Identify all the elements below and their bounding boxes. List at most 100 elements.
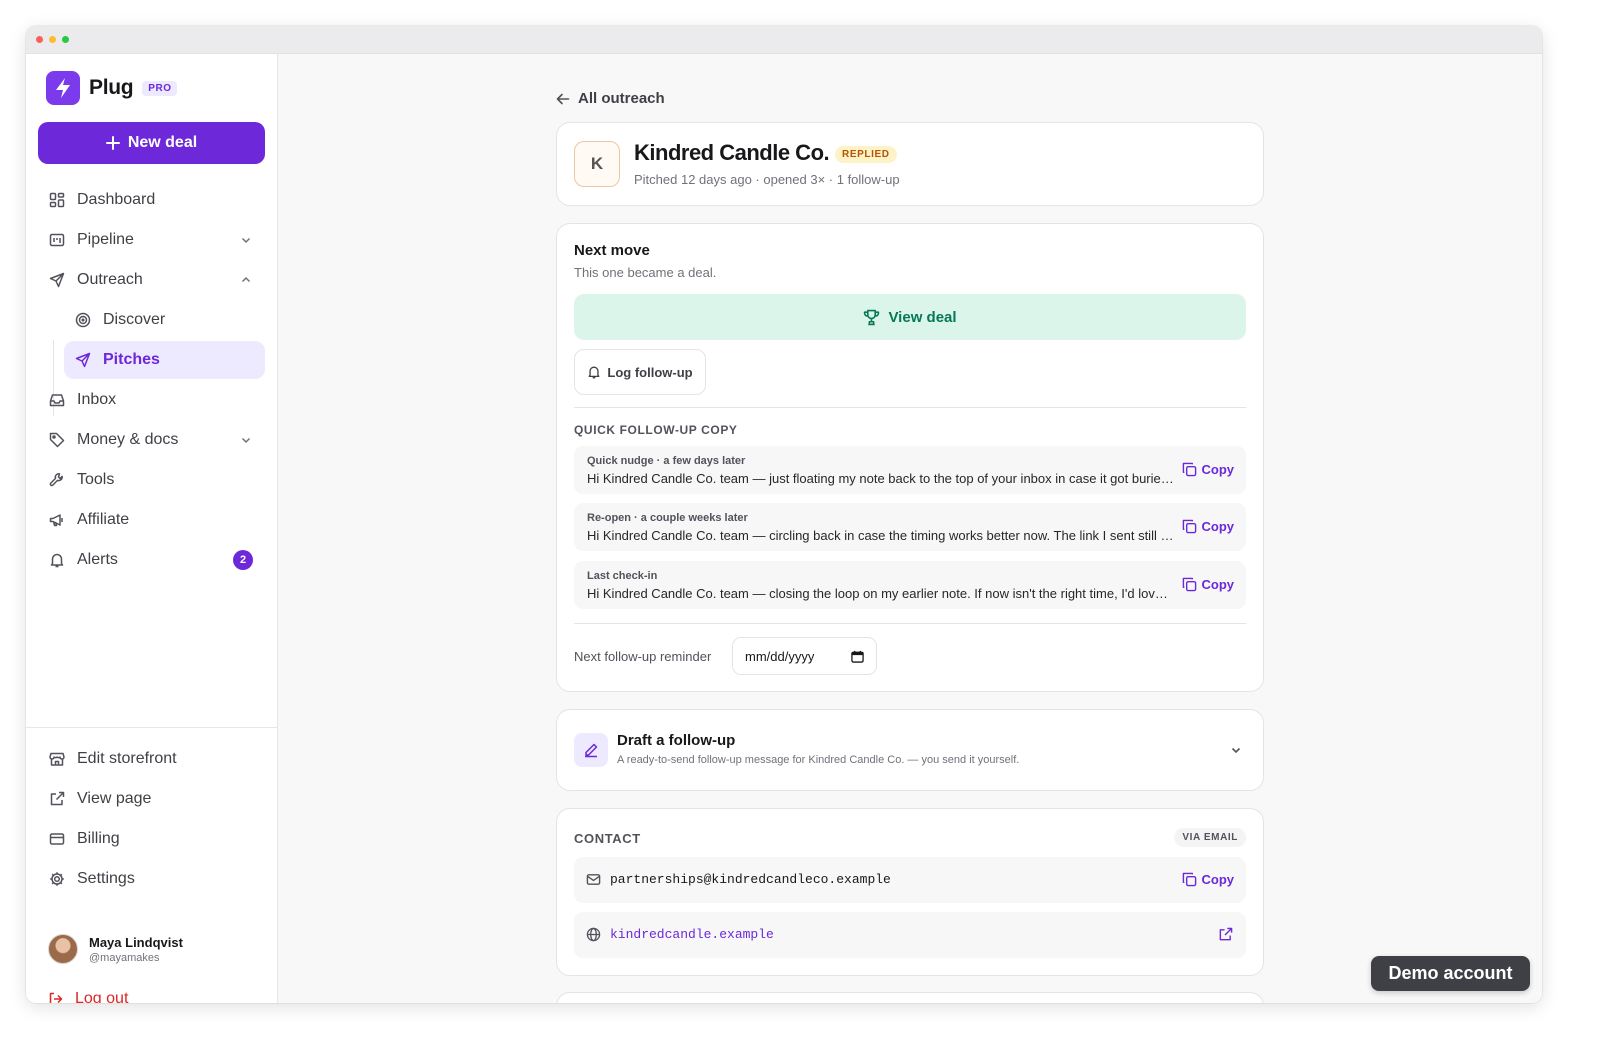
sidebar: Plug PRO New deal Dashboard Pipeline Out… bbox=[26, 54, 278, 1003]
back-to-all-outreach-link[interactable]: All outreach bbox=[556, 90, 665, 107]
next-move-card: Next move This one became a deal. View d… bbox=[556, 223, 1264, 692]
gear-icon bbox=[48, 870, 66, 888]
bell-icon bbox=[48, 551, 66, 569]
sidebar-item-label: Tools bbox=[77, 471, 115, 488]
user-name: Maya Lindqvist bbox=[89, 934, 183, 950]
mail-icon bbox=[586, 872, 601, 887]
contact-heading: CONTACT bbox=[574, 831, 641, 846]
company-avatar: K bbox=[574, 141, 620, 187]
target-icon bbox=[74, 311, 92, 329]
globe-icon bbox=[586, 927, 601, 942]
credit-card-icon bbox=[48, 830, 66, 848]
view-deal-label: View deal bbox=[888, 308, 957, 326]
reminder-label: Next follow-up reminder bbox=[574, 649, 712, 664]
pencil-icon bbox=[574, 733, 608, 767]
copy-button[interactable]: Copy bbox=[1182, 577, 1235, 592]
draft-follow-up-card[interactable]: Draft a follow-up A ready-to-send follow… bbox=[556, 709, 1264, 791]
contact-website-link[interactable]: kindredcandle.example bbox=[610, 927, 774, 942]
sidebar-item-label: Billing bbox=[77, 830, 120, 847]
pitch-meta: Pitched 12 days ago · opened 3× · 1 foll… bbox=[634, 172, 900, 187]
contact-card: CONTACT VIA EMAIL partnerships@kindredca… bbox=[556, 808, 1264, 976]
next-section-card bbox=[556, 992, 1264, 1003]
template-title: Last check-in bbox=[587, 570, 658, 582]
copy-email-button[interactable]: Copy bbox=[1182, 872, 1235, 887]
sidebar-item-inbox[interactable]: Inbox bbox=[38, 381, 265, 419]
tag-icon bbox=[48, 431, 66, 449]
sidebar-item-edit-storefront[interactable]: Edit storefront bbox=[38, 740, 265, 778]
sidebar-item-dashboard[interactable]: Dashboard bbox=[38, 181, 265, 219]
pro-badge: PRO bbox=[142, 80, 178, 96]
draft-subtitle: A ready-to-send follow-up message for Ki… bbox=[617, 754, 1020, 766]
logout-button[interactable]: Log out bbox=[48, 990, 128, 1003]
sidebar-item-discover[interactable]: Discover bbox=[64, 301, 265, 339]
sidebar-item-label: View page bbox=[77, 790, 152, 807]
sidebar-divider bbox=[26, 727, 277, 728]
copy-icon bbox=[1182, 577, 1197, 592]
sidebar-item-label: Inbox bbox=[77, 391, 117, 408]
copy-button[interactable]: Copy bbox=[1182, 462, 1234, 477]
view-deal-button[interactable]: View deal bbox=[574, 294, 1246, 340]
contact-email: partnerships@kindredcandleco.example bbox=[610, 872, 891, 887]
log-follow-up-label: Log follow-up bbox=[607, 364, 693, 380]
copy-icon bbox=[1182, 462, 1197, 477]
draft-title: Draft a follow-up bbox=[617, 732, 736, 749]
sidebar-item-money-docs[interactable]: Money & docs bbox=[38, 421, 265, 459]
sidebar-item-label: Dashboard bbox=[77, 191, 156, 208]
copy-button[interactable]: Copy bbox=[1182, 519, 1235, 534]
external-link-icon bbox=[48, 790, 66, 808]
plus-icon bbox=[105, 136, 120, 150]
calendar-icon bbox=[851, 650, 864, 663]
template-body: Hi Kindred Candle Co. team — closing the… bbox=[587, 586, 1175, 601]
sidebar-item-pipeline[interactable]: Pipeline bbox=[38, 221, 265, 259]
store-icon bbox=[48, 750, 66, 768]
back-link-label: All outreach bbox=[578, 90, 665, 107]
inbox-icon bbox=[48, 391, 66, 409]
sidebar-item-label: Edit storefront bbox=[77, 750, 177, 767]
alerts-count-badge: 2 bbox=[233, 550, 253, 570]
wrench-icon bbox=[48, 471, 66, 489]
next-move-title: Next move bbox=[574, 242, 650, 259]
log-follow-up-button[interactable]: Log follow-up bbox=[574, 349, 706, 395]
user-handle: @mayamakes bbox=[89, 951, 160, 964]
template-body: Hi Kindred Candle Co. team — circling ba… bbox=[587, 528, 1175, 543]
brand-name: Plug bbox=[89, 76, 134, 99]
reminder-date-input[interactable]: mm/dd/yyyy bbox=[732, 637, 877, 675]
copy-label: Copy bbox=[1201, 519, 1235, 534]
sidebar-item-settings[interactable]: Settings bbox=[38, 860, 265, 898]
copy-label: Copy bbox=[1201, 872, 1235, 887]
logout-label: Log out bbox=[75, 990, 129, 1003]
follow-up-template: Quick nudge · a few days later Hi Kindre… bbox=[574, 446, 1246, 494]
status-badge: REPLIED bbox=[835, 146, 897, 163]
sidebar-item-affiliate[interactable]: Affiliate bbox=[38, 501, 265, 539]
new-deal-button[interactable]: New deal bbox=[38, 122, 265, 164]
user-profile[interactable]: Maya Lindqvist @mayamakes bbox=[48, 934, 183, 964]
copy-label: Copy bbox=[1201, 577, 1235, 592]
bolt-icon bbox=[46, 71, 80, 105]
maximize-window-dot[interactable] bbox=[62, 36, 69, 43]
pitch-header-card: K Kindred Candle Co. REPLIED Pitched 12 … bbox=[556, 122, 1264, 206]
sidebar-item-view-page[interactable]: View page bbox=[38, 780, 265, 818]
sidebar-item-outreach[interactable]: Outreach bbox=[38, 261, 265, 299]
sidebar-item-pitches[interactable]: Pitches bbox=[64, 341, 265, 379]
bell-icon bbox=[587, 365, 601, 379]
logout-icon bbox=[48, 991, 64, 1003]
grid-icon bbox=[48, 191, 66, 209]
main-content: All outreach K Kindred Candle Co. REPLIE… bbox=[278, 54, 1542, 1003]
contact-website-row: kindredcandle.example bbox=[574, 912, 1246, 958]
date-placeholder: mm/dd/yyyy bbox=[745, 648, 815, 664]
brand[interactable]: Plug PRO bbox=[46, 71, 178, 105]
sidebar-item-tools[interactable]: Tools bbox=[38, 461, 265, 499]
new-deal-label: New deal bbox=[127, 134, 198, 151]
quick-copy-heading: QUICK FOLLOW-UP COPY bbox=[574, 423, 738, 437]
sidebar-item-label: Alerts bbox=[77, 551, 118, 568]
sidebar-item-billing[interactable]: Billing bbox=[38, 820, 265, 858]
sidebar-item-label: Pitches bbox=[103, 351, 160, 368]
chevron-down-icon[interactable] bbox=[1229, 743, 1243, 757]
follow-up-template: Re-open · a couple weeks later Hi Kindre… bbox=[574, 503, 1246, 551]
minimize-window-dot[interactable] bbox=[49, 36, 56, 43]
chevron-up-icon bbox=[239, 273, 253, 287]
chevron-down-icon bbox=[239, 233, 253, 247]
sidebar-item-alerts[interactable]: Alerts 2 bbox=[38, 541, 265, 579]
close-window-dot[interactable] bbox=[36, 36, 43, 43]
external-link-icon[interactable] bbox=[1218, 927, 1233, 942]
